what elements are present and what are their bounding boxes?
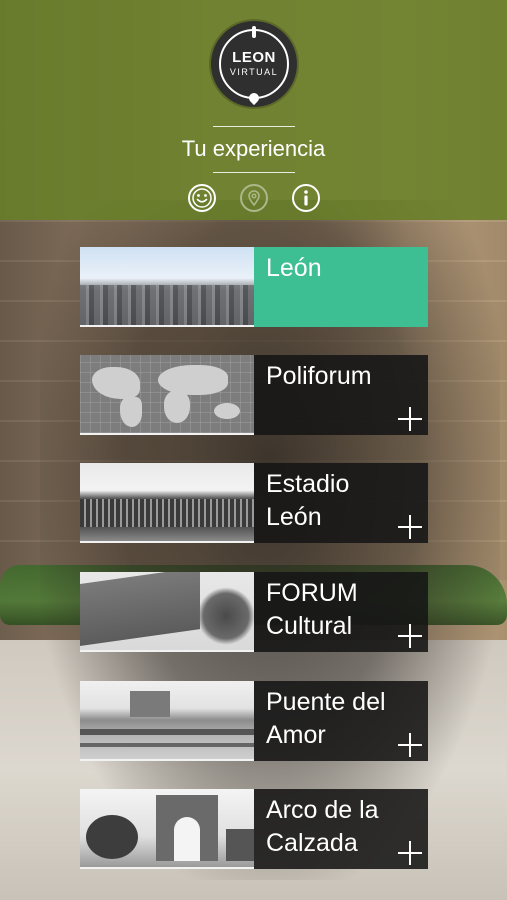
menu-item-label: Puente del Amor <box>266 688 386 749</box>
thumbnail-rail <box>80 743 254 747</box>
logo-word-top: LEON <box>232 49 276 66</box>
menu-item-panel: Estadio León <box>254 463 428 543</box>
thumbnail-leon-panorama <box>80 247 254 327</box>
plus-icon[interactable] <box>398 624 422 648</box>
menu-item-leon[interactable]: León <box>80 247 428 327</box>
menu-item-panel: Puente del Amor <box>254 681 428 761</box>
menu-item-poliforum[interactable]: Poliforum <box>80 355 428 435</box>
plus-icon[interactable] <box>398 515 422 539</box>
thumbnail-tree <box>198 586 254 646</box>
thumbnail-building <box>226 829 254 861</box>
menu-item-label: Arco de la Calzada <box>266 796 379 857</box>
menu-item-panel: Poliforum <box>254 355 428 435</box>
smiley-icon[interactable] <box>187 183 217 213</box>
thumbnail-arch <box>80 789 254 869</box>
menu-item-label: FORUM Cultural <box>266 579 358 640</box>
info-icon[interactable] <box>291 183 321 213</box>
plus-icon[interactable] <box>398 733 422 757</box>
map-land <box>158 365 228 395</box>
thumbnail-stands <box>80 499 254 527</box>
menu-item-label: León <box>266 254 322 282</box>
leon-virtual-logo: LEON VIRTUAL <box>211 21 297 107</box>
menu-item-panel: Arco de la Calzada <box>254 789 428 869</box>
thumbnail-arch-gate <box>156 795 218 861</box>
menu-item-panel: León <box>254 247 428 327</box>
map-land <box>120 397 142 427</box>
menu-item-label: Estadio León <box>266 470 350 531</box>
location-pin-icon[interactable] <box>239 183 269 213</box>
thumbnail-forum-building <box>80 572 254 652</box>
menu-item-forum-cultural[interactable]: FORUM Cultural <box>80 572 428 652</box>
menu-item-puente-del-amor[interactable]: Puente del Amor <box>80 681 428 761</box>
thumbnail-rail <box>80 729 254 735</box>
menu-item-arco-de-la-calzada[interactable]: Arco de la Calzada <box>80 789 428 869</box>
header-icon-bar <box>0 183 507 217</box>
menu-item-label: Poliforum <box>266 362 372 390</box>
thumbnail-wall <box>80 572 200 646</box>
menu-item-panel: FORUM Cultural <box>254 572 428 652</box>
divider-bottom <box>213 172 295 173</box>
thumbnail-stadium <box>80 463 254 543</box>
plus-icon[interactable] <box>398 841 422 865</box>
thumbnail-bridge <box>80 681 254 761</box>
logo-power-notch <box>252 26 256 38</box>
thumbnail-city <box>80 285 254 325</box>
page-subtitle: Tu experiencia <box>181 136 326 161</box>
map-land <box>214 403 240 419</box>
divider-top <box>213 126 295 127</box>
thumbnail-tree <box>86 815 138 859</box>
header: LEON VIRTUAL Tu experiencia <box>0 0 507 220</box>
plus-icon[interactable] <box>398 407 422 431</box>
thumbnail-building <box>130 691 170 717</box>
logo-word-bottom: VIRTUAL <box>229 67 279 77</box>
map-land <box>164 391 190 423</box>
thumbnail-world-map <box>80 355 254 435</box>
menu-item-estadio-leon[interactable]: Estadio León <box>80 463 428 543</box>
